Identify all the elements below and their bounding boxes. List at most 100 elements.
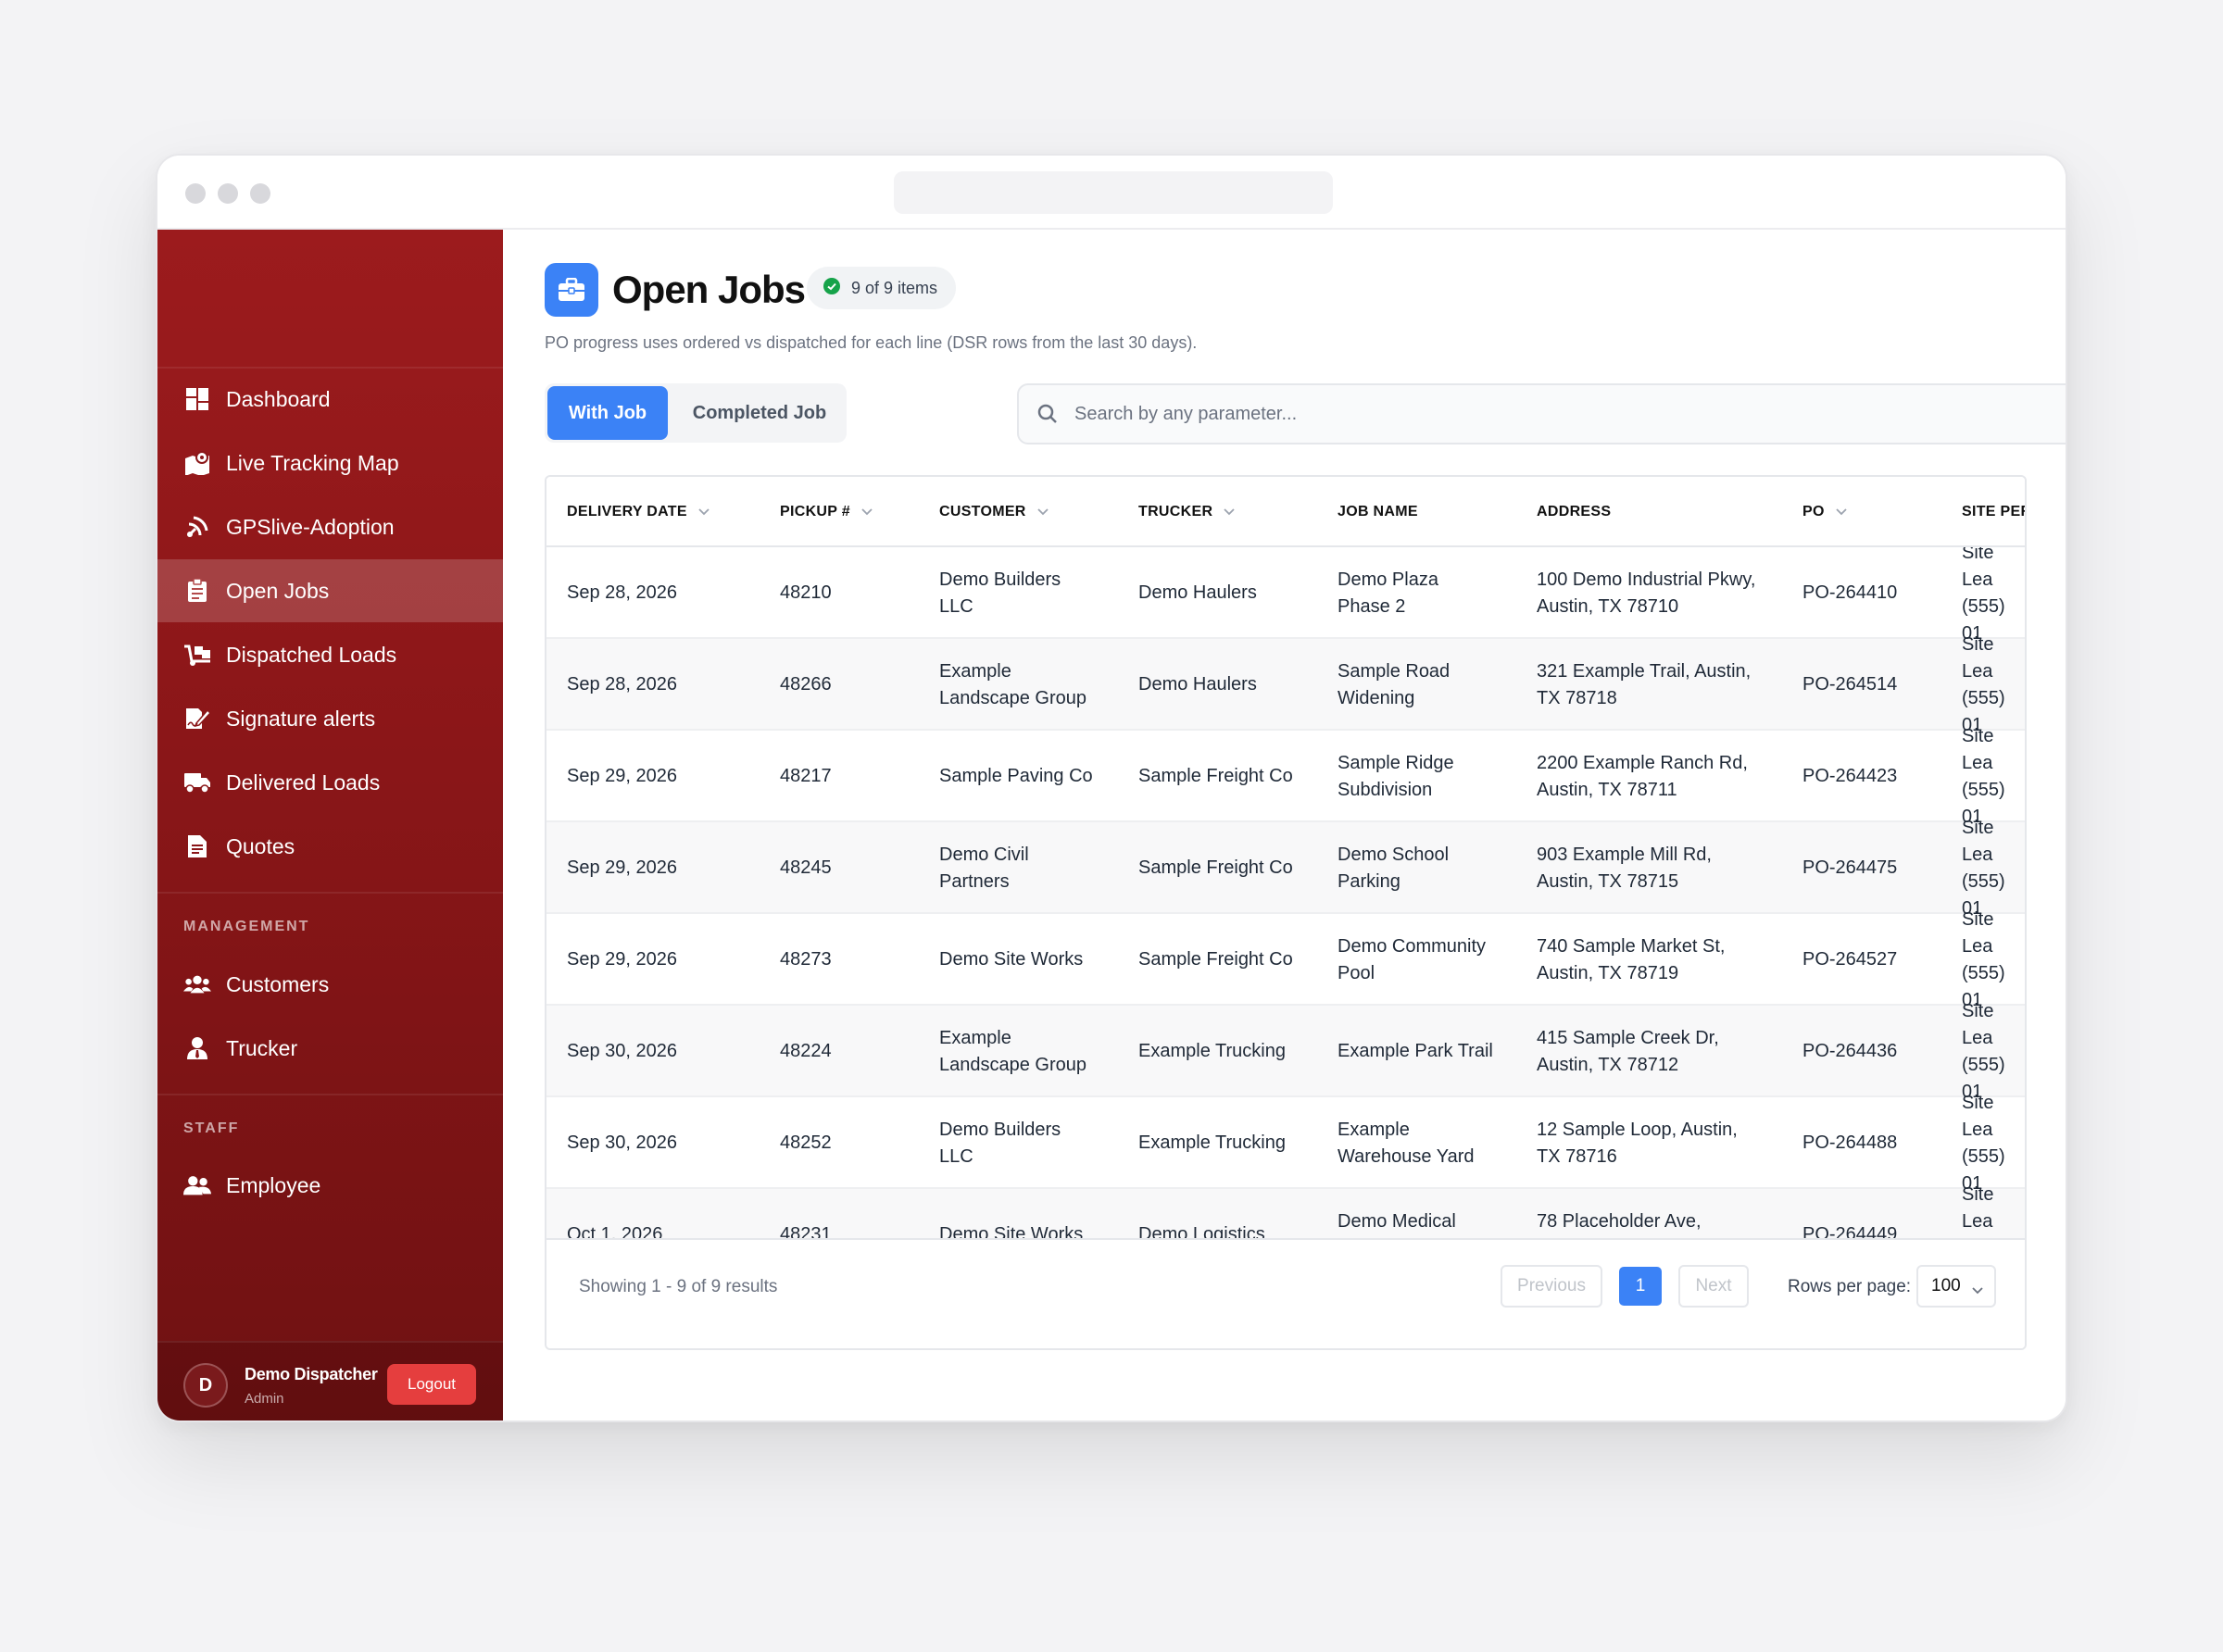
chevron-down-icon (861, 504, 873, 520)
column-header-trucker[interactable]: TRUCKER (1138, 477, 1235, 547)
cell-address: 2200 Example Ranch Rd, Austin, TX 78711 (1537, 752, 1748, 800)
sidebar-item-signature-alerts[interactable]: Signature alerts (157, 687, 503, 750)
cell-address: 78 Placeholder Ave, Austin, TX 78713 (1537, 1210, 1702, 1239)
column-header-pickup[interactable]: PICKUP # (780, 477, 873, 547)
cell-pickup: 48252 (780, 1133, 832, 1153)
window-dot-minimize[interactable] (218, 183, 238, 204)
column-label: JOB NAME (1338, 504, 1418, 519)
next-page-button[interactable]: Next (1678, 1265, 1749, 1308)
sidebar-item-dispatched-loads[interactable]: Dispatched Loads (157, 623, 503, 686)
page-1-button[interactable]: 1 (1619, 1267, 1662, 1306)
table-header: DELIVERY DATE PICKUP # CUSTOMER TRUCKER … (546, 477, 2025, 547)
section-title-management: MANAGEMENT (183, 919, 310, 934)
cell-address: 321 Example Trail, Austin, TX 78718 (1537, 660, 1752, 708)
cell-pickup: 48224 (780, 1041, 832, 1061)
sidebar-item-employee[interactable]: Employee (157, 1154, 503, 1217)
cell-job-name: Sample Road Widening (1338, 660, 1451, 708)
dashboard-icon (183, 385, 211, 413)
cell-address: 100 Demo Industrial Pkwy, Austin, TX 787… (1537, 569, 1756, 617)
sidebar-item-label: Delivered Loads (226, 770, 381, 795)
sidebar-item-label: Trucker (226, 1035, 298, 1060)
sidebar-divider (157, 1094, 503, 1095)
window-dot-maximize[interactable] (250, 183, 270, 204)
table-row[interactable]: Sep 29, 2026 48273 Demo Site Works Sample F… (546, 909, 2025, 1010)
sidebar-item-label: Customers (226, 971, 330, 996)
cell-site-person: Site Lea (555) 01 (1962, 633, 2005, 735)
check-circle-icon (823, 277, 840, 299)
briefcase-icon (545, 263, 598, 317)
window-dot-close[interactable] (185, 183, 206, 204)
sidebar-item-label: Open Jobs (226, 578, 330, 603)
search-input[interactable] (1074, 394, 2066, 433)
user-name: Demo Dispatcher (245, 1365, 378, 1383)
sidebar-item-delivered-loads[interactable]: Delivered Loads (157, 751, 503, 814)
avatar[interactable]: D (183, 1363, 228, 1408)
table-row[interactable]: Sep 29, 2026 48217 Sample Paving Co Sample … (546, 726, 2025, 827)
column-header-job-name[interactable]: JOB NAME (1338, 477, 1418, 547)
sidebar-item-live-tracking-map[interactable]: Live Tracking Map (157, 432, 503, 494)
column-header-address[interactable]: ADDRESS (1537, 477, 1611, 547)
map-icon (183, 449, 211, 477)
cell-pickup: 48245 (780, 857, 832, 878)
previous-page-button[interactable]: Previous (1501, 1265, 1602, 1308)
table-row[interactable]: Sep 28, 2026 48210 Demo Builders LLC Demo H… (546, 547, 2025, 644)
column-header-customer[interactable]: CUSTOMER (939, 477, 1049, 547)
user-group-icon (183, 1171, 211, 1199)
search-box (1017, 383, 2066, 444)
cell-po: PO-264449 (1802, 1224, 1898, 1238)
jobs-table: DELIVERY DATE PICKUP # CUSTOMER TRUCKER … (545, 475, 2027, 1350)
rows-per-page-value: 100 (1931, 1276, 1961, 1295)
app-window: Dashboard Live Tracking Map GPSlive-Adop… (156, 154, 2067, 1422)
sidebar-item-label: Dispatched Loads (226, 642, 397, 667)
table-row[interactable]: Sep 29, 2026 48245 Demo Civil Partners Samp… (546, 817, 2025, 919)
cell-customer: Demo Builders LLC (939, 569, 1061, 617)
cell-job-name: Demo Plaza Phase 2 (1338, 569, 1438, 617)
signature-icon (183, 705, 211, 732)
table-row[interactable]: Sep 30, 2026 48224 Example Landscape Group… (546, 1001, 2025, 1102)
sidebar-item-dashboard[interactable]: Dashboard (157, 368, 503, 431)
tab-completed-job[interactable]: Completed Job (676, 386, 843, 440)
truck-icon (183, 769, 211, 796)
cell-customer: Example Landscape Group (939, 660, 1087, 708)
user-profile-bar: D Demo Dispatcher Admin Logout (157, 1341, 503, 1420)
search-icon (1037, 404, 1058, 429)
rows-per-page-label: Rows per page: (1788, 1277, 1912, 1296)
cell-job-name: Demo Medical Center Lot (1338, 1210, 1456, 1239)
column-header-po[interactable]: PO (1802, 477, 1847, 547)
cell-delivery-date: Sep 30, 2026 (567, 1133, 677, 1153)
logout-button[interactable]: Logout (387, 1364, 476, 1405)
dolly-icon (183, 641, 211, 669)
cell-job-name: Demo Community Pool (1338, 935, 1487, 983)
sidebar-item-label: Dashboard (226, 386, 331, 411)
cell-delivery-date: Sep 30, 2026 (567, 1041, 677, 1061)
column-header-delivery-date[interactable]: DELIVERY DATE (567, 477, 710, 547)
table-row[interactable]: Sep 30, 2026 48252 Demo Builders LLC Exampl… (546, 1093, 2025, 1194)
cell-customer: Demo Builders LLC (939, 1119, 1061, 1167)
table-body: Sep 28, 2026 48210 Demo Builders LLC Demo H… (546, 547, 2025, 1238)
table-row[interactable]: Sep 28, 2026 48266 Example Landscape Group… (546, 633, 2025, 735)
tab-with-job[interactable]: With Job (547, 386, 668, 440)
rows-per-page-select[interactable]: 100 (1916, 1265, 1996, 1308)
column-header-site-person[interactable]: SITE PER (1962, 477, 2025, 547)
cell-site-person: Site Lea (555) 01 (1962, 817, 2005, 919)
main-content: Open Jobs 9 of 9 items PO progress uses … (503, 230, 2066, 1420)
table-footer: Showing 1 - 9 of 9 results Previous 1 Ne… (546, 1238, 2025, 1348)
column-label: TRUCKER (1138, 504, 1213, 519)
section-title-staff: STAFF (183, 1120, 240, 1136)
sidebar-item-customers[interactable]: Customers (157, 953, 503, 1016)
cell-trucker: Demo Haulers (1138, 582, 1257, 603)
cell-address: 740 Sample Market St, Austin, TX 78719 (1537, 935, 1726, 983)
page-title: Open Jobs (612, 268, 806, 311)
cell-customer: Demo Site Works (939, 949, 1084, 970)
cell-job-name: Example Warehouse Yard (1338, 1119, 1475, 1167)
sidebar-item-open-jobs[interactable]: Open Jobs (157, 559, 503, 622)
sidebar-item-label: Signature alerts (226, 706, 376, 731)
address-bar[interactable] (894, 171, 1333, 214)
sidebar-item-quotes[interactable]: Quotes (157, 815, 503, 878)
cell-pickup: 48273 (780, 949, 832, 970)
table-row[interactable]: Oct 1, 2026 48231 Demo Site Works Demo Logi… (546, 1184, 2025, 1239)
cell-trucker: Sample Freight Co (1138, 857, 1293, 878)
sidebar-item-trucker[interactable]: Trucker (157, 1017, 503, 1080)
sidebar-item-gpslive-adoption[interactable]: GPSlive-Adoption (157, 495, 503, 558)
cell-pickup: 48217 (780, 766, 832, 786)
